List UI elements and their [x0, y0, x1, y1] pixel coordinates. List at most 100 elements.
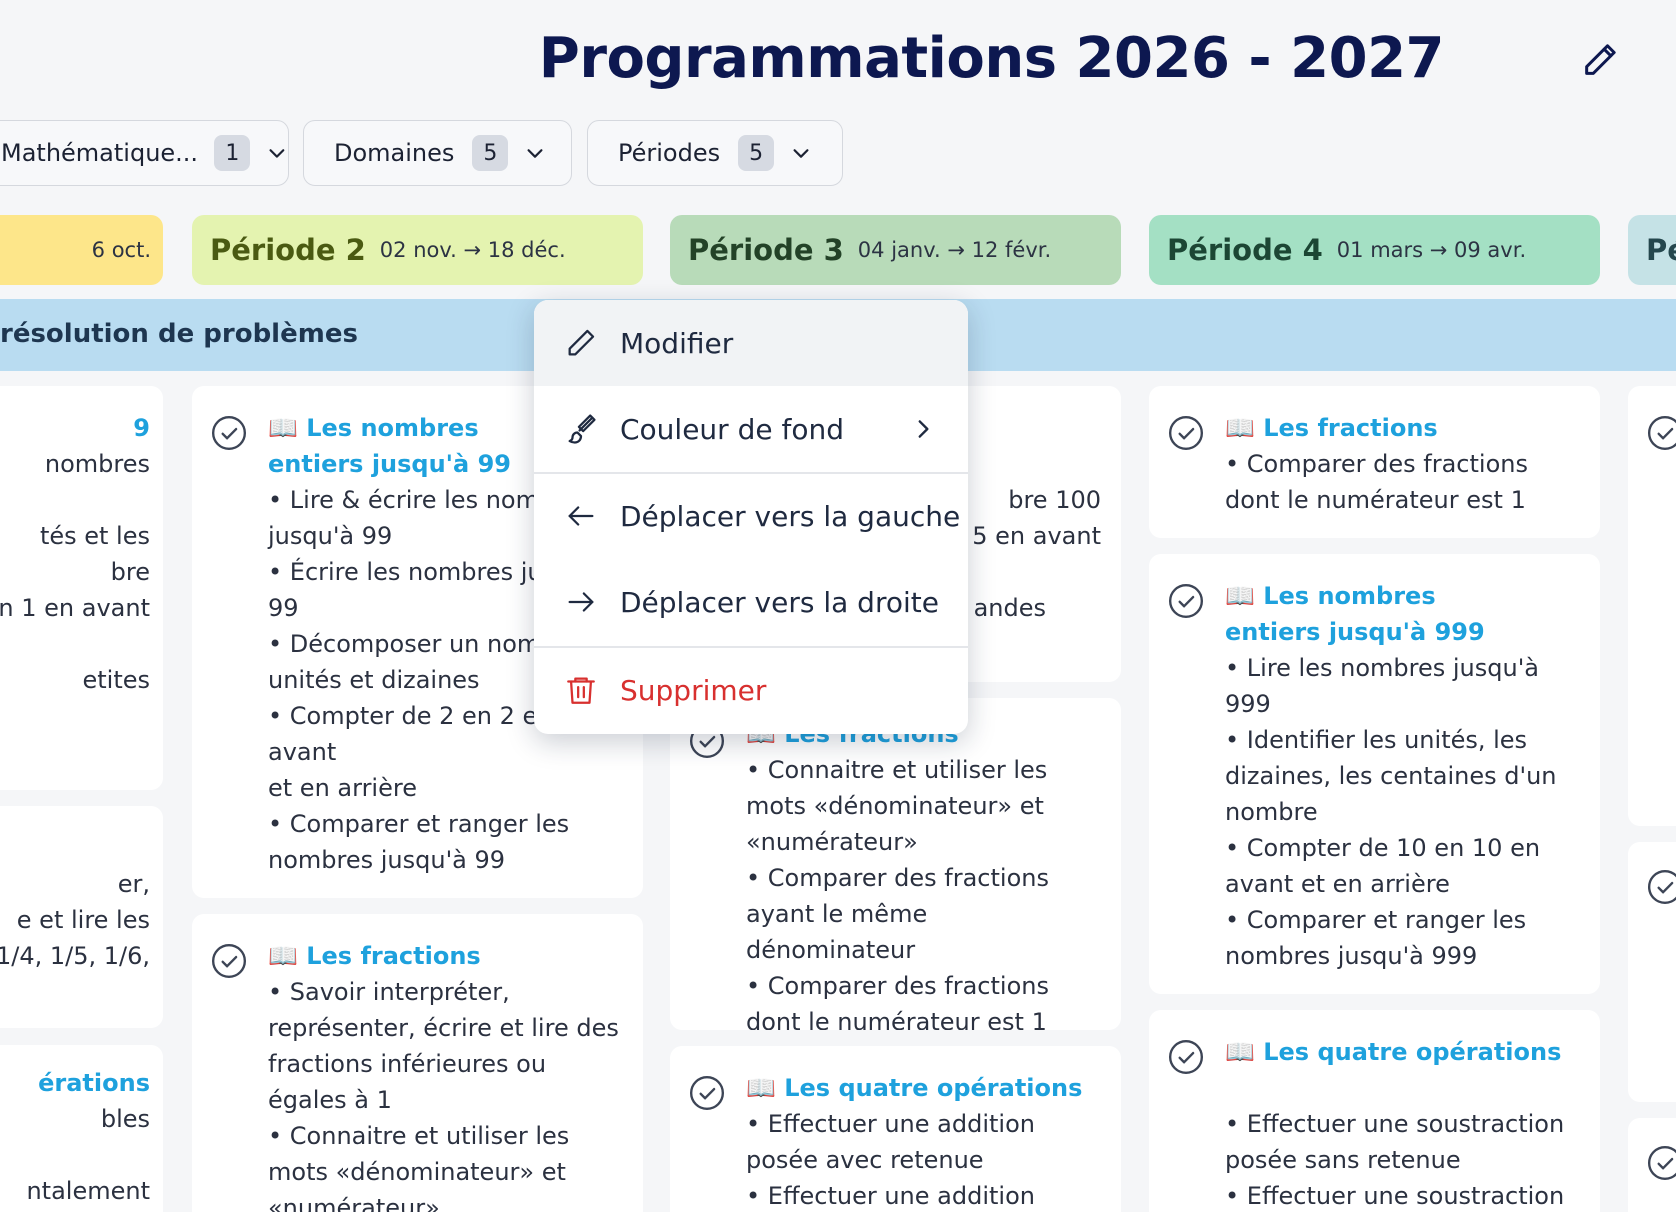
filter-domains-button[interactable]: Domaines 5 — [303, 120, 572, 186]
check-circle-icon[interactable] — [1167, 1038, 1205, 1076]
card-body: érations bles ntalement — [0, 1065, 150, 1209]
card-body: 📖 Les fractions • Comparer des fractions… — [1225, 410, 1578, 518]
check-circle-icon[interactable] — [210, 942, 248, 980]
card[interactable]: 📖 Les fractions • Connaitre et utiliser … — [670, 698, 1121, 1030]
card-line: «numérateur» — [746, 828, 918, 856]
card[interactable] — [1628, 842, 1676, 1102]
card[interactable] — [1628, 386, 1676, 826]
menu-item-delete[interactable]: Supprimer — [534, 647, 968, 733]
card-line: • Effectuer une soustraction — [1225, 1110, 1565, 1138]
context-menu: Modifier Couleur de fond Déplacer vers l… — [534, 300, 968, 734]
card-line: mots «dénominateur» et — [746, 792, 1044, 820]
card-title: érations — [38, 1069, 150, 1097]
card[interactable]: 📖 Les fractions • Savoir interpréter, re… — [192, 914, 643, 1212]
card[interactable]: 9 nombres tés et les bre n 1 en avant et… — [0, 386, 163, 790]
period-3-header[interactable]: Période 3 04 janv. → 12 févr. — [670, 215, 1121, 285]
card-line: représenter, écrire et lire des — [268, 1014, 619, 1042]
card-line: 1/4, 1/5, 1/6, — [0, 942, 150, 970]
card-line: 999 — [1225, 690, 1271, 718]
pencil-icon — [568, 329, 595, 356]
pencil-icon[interactable] — [1580, 40, 1620, 80]
card-line — [0, 626, 150, 662]
card[interactable]: 📖 Les quatre opérations • Effectuer une … — [670, 1046, 1121, 1212]
filter-domains-count: 5 — [472, 135, 509, 171]
chevron-right-icon — [918, 420, 929, 438]
card-line: n 1 en avant — [0, 594, 150, 622]
card-title: 📖 Les quatre opérations — [1225, 1038, 1562, 1066]
arrow-right-icon — [568, 592, 594, 612]
filter-subject-label: Mathématique... — [1, 139, 197, 167]
menu-item-label: Couleur de fond — [620, 412, 844, 446]
card-body: 📖 Les quatre opérations • Effectuer une … — [1225, 1034, 1578, 1212]
card-title: 📖 Les quatre opérations — [746, 1074, 1083, 1102]
card-body: er, e et lire les 1/4, 1/5, 1/6, — [0, 866, 150, 974]
menu-item-label: Supprimer — [620, 673, 767, 707]
card-line: etites — [82, 666, 150, 694]
period-dates: 04 janv. → 12 févr. — [857, 238, 1052, 262]
card-line: • Effectuer une addition — [746, 1182, 1035, 1210]
period-2-header[interactable]: Période 2 02 nov. → 18 déc. — [192, 215, 643, 285]
card-line: • Comparer et ranger les — [1225, 906, 1527, 934]
card-line: • Connaitre et utiliser les — [268, 1122, 570, 1150]
period-dates: 01 mars → 09 avr. — [1336, 238, 1527, 262]
card-line: posée avec retenue — [746, 1146, 984, 1174]
check-circle-icon[interactable] — [1167, 414, 1205, 452]
card-line: nombre — [1225, 798, 1318, 826]
card-line: e et lire les — [16, 906, 150, 934]
card-line: ntalement — [26, 1177, 150, 1205]
menu-item-background-color[interactable]: Couleur de fond — [534, 386, 968, 472]
card-body: 📖 Les fractions • Savoir interpréter, re… — [268, 938, 621, 1212]
period-1-header[interactable]: 6 oct. — [0, 215, 163, 285]
filter-periods-label: Périodes — [618, 139, 721, 167]
card-line — [0, 1137, 150, 1173]
card-line: • Lire les nombres jusqu'à — [1225, 654, 1540, 682]
check-circle-icon[interactable] — [1646, 414, 1676, 452]
card[interactable]: 📖 Les fractions • Comparer des fractions… — [1149, 386, 1600, 538]
check-circle-icon[interactable] — [1646, 868, 1676, 906]
period-name: Pé — [1646, 233, 1676, 267]
card-line — [0, 482, 150, 518]
chevron-down-icon — [793, 149, 809, 158]
check-circle-icon[interactable] — [1646, 1144, 1676, 1182]
card-title: 📖 Les fractions — [268, 942, 481, 970]
card[interactable] — [1628, 1118, 1676, 1212]
arrow-left-icon — [568, 506, 594, 526]
title-row: Programmations 2026 - 2027 — [0, 18, 1676, 98]
menu-item-move-right[interactable]: Déplacer vers la droite — [534, 559, 968, 645]
menu-item-edit[interactable]: Modifier — [534, 300, 968, 386]
check-circle-icon[interactable] — [210, 414, 248, 452]
card[interactable]: 📖 Les quatre opérations • Effectuer une … — [1149, 1010, 1600, 1212]
card-line: nombres jusqu'à 999 — [1225, 942, 1478, 970]
card-line: • Comparer des fractions — [746, 972, 1049, 1000]
period-4-header[interactable]: Période 4 01 mars → 09 avr. — [1149, 215, 1600, 285]
card-line — [1225, 1070, 1578, 1106]
card-line: er, — [117, 870, 150, 898]
filter-subject-count: 1 — [214, 135, 251, 171]
period-dates: 6 oct. — [91, 238, 151, 262]
card-line: et en arrière — [268, 774, 417, 802]
card[interactable]: érations bles ntalement — [0, 1045, 163, 1212]
card-body: 📖 Les nombres entiers jusqu'à 999 • Lire… — [1225, 578, 1578, 974]
domain-label: résolution de problèmes — [0, 319, 358, 349]
filter-subject-button[interactable]: Mathématique... 1 — [0, 120, 289, 186]
card-title: 9 — [133, 414, 150, 442]
check-circle-icon[interactable] — [1167, 582, 1205, 620]
period-name: Période 2 — [210, 233, 366, 267]
card-line: fractions inférieures ou — [268, 1050, 547, 1078]
filter-periods-button[interactable]: Périodes 5 — [587, 120, 843, 186]
card-line: • Connaitre et utiliser les — [746, 756, 1048, 784]
period-name: Période 4 — [1167, 233, 1323, 267]
card-title: entiers jusqu'à 999 — [1225, 618, 1485, 646]
menu-item-label: Modifier — [620, 326, 734, 360]
card[interactable]: 📖 Les nombres entiers jusqu'à 999 • Lire… — [1149, 554, 1600, 994]
card-line: dizaines, les centaines d'un — [1225, 762, 1557, 790]
menu-item-label: Déplacer vers la gauche — [620, 499, 961, 533]
card-title: 📖 Les fractions — [1225, 414, 1438, 442]
card-line: bre — [110, 558, 150, 586]
period-5-header[interactable]: Pé — [1628, 215, 1676, 285]
check-circle-icon[interactable] — [688, 1074, 726, 1112]
card[interactable]: er, e et lire les 1/4, 1/5, 1/6, — [0, 806, 163, 1028]
menu-item-move-left[interactable]: Déplacer vers la gauche — [534, 473, 968, 559]
card-line: mots «dénominateur» et — [268, 1158, 566, 1186]
page-title: Programmations 2026 - 2027 — [538, 26, 1445, 91]
